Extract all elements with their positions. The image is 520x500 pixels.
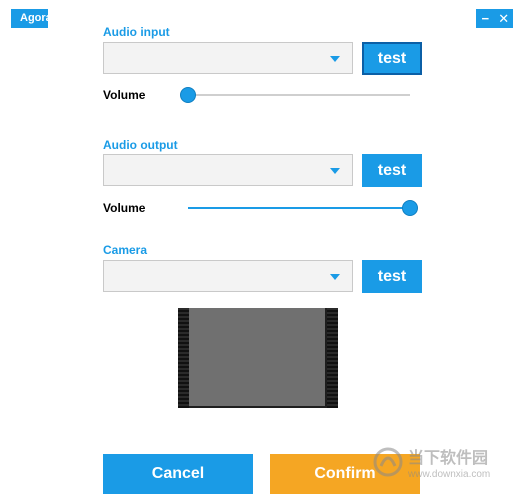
- audio-input-select[interactable]: [103, 42, 353, 74]
- slider-fill: [188, 207, 410, 209]
- cancel-button[interactable]: Cancel: [103, 454, 253, 494]
- audio-output-select[interactable]: [103, 154, 353, 186]
- camera-preview: [178, 308, 338, 408]
- preview-right-strip: [327, 308, 338, 408]
- camera-test-button[interactable]: test: [362, 260, 422, 293]
- close-button[interactable]: ✕: [496, 9, 512, 28]
- dropdown-arrow-icon: [330, 56, 340, 62]
- audio-input-volume-slider[interactable]: [180, 87, 410, 103]
- audio-output-test-button[interactable]: test: [362, 154, 422, 187]
- audio-output-volume-label: Volume: [103, 201, 146, 215]
- slider-thumb[interactable]: [180, 87, 196, 103]
- watermark-name: 当下软件园: [408, 450, 489, 467]
- audio-input-volume-label: Volume: [103, 88, 146, 102]
- preview-screen: [189, 308, 325, 406]
- window-controls: − ✕: [476, 9, 513, 28]
- minimize-button[interactable]: −: [477, 9, 493, 28]
- app-title-tab: Agora: [11, 9, 48, 28]
- dropdown-arrow-icon: [330, 168, 340, 174]
- camera-select[interactable]: [103, 260, 353, 292]
- camera-label: Camera: [103, 243, 148, 257]
- preview-left-strip: [178, 308, 189, 408]
- dropdown-arrow-icon: [330, 274, 340, 280]
- audio-output-label: Audio output: [103, 138, 178, 152]
- watermark-url: www.downxia.com: [408, 469, 491, 480]
- confirm-button[interactable]: Confirm: [270, 454, 420, 494]
- audio-input-test-button[interactable]: test: [362, 42, 422, 75]
- audio-output-volume-slider[interactable]: [188, 200, 418, 216]
- audio-input-label: Audio input: [103, 25, 170, 39]
- slider-thumb[interactable]: [402, 200, 418, 216]
